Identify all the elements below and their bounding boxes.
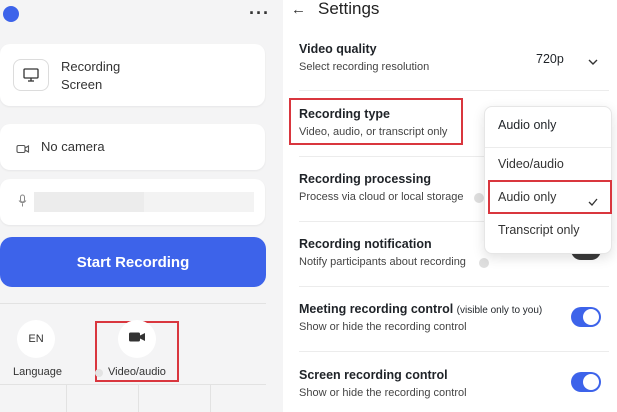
dropdown-option-audio-only[interactable]: Audio only <box>498 190 556 204</box>
toggle-knob <box>583 309 599 325</box>
meeting-recording-control-toggle[interactable] <box>571 307 601 327</box>
more-horizontal-icon[interactable]: ··· <box>249 3 270 24</box>
video-quality-subtitle: Select recording resolution <box>299 61 430 73</box>
video-quality-value[interactable]: 720p <box>536 52 564 66</box>
arrow-left-icon[interactable]: ← <box>291 1 306 18</box>
microphone-level-bar <box>34 192 254 212</box>
language-label: Language <box>13 366 62 378</box>
meeting-recording-control-label: Meeting recording control <box>299 302 454 316</box>
dropdown-divider <box>485 147 611 148</box>
divider <box>299 351 609 352</box>
video-quality-title: Video quality <box>299 42 377 56</box>
monitor-icon <box>13 59 49 91</box>
microphone-icon <box>18 194 27 213</box>
recording-type-title: Recording type <box>299 107 390 121</box>
recording-source-card[interactable]: Recording Screen <box>0 44 265 106</box>
language-button[interactable]: EN <box>17 320 55 358</box>
dropdown-current-value[interactable]: Audio only <box>498 118 556 132</box>
divider <box>299 286 609 287</box>
start-recording-button[interactable]: Start Recording <box>0 237 266 287</box>
meeting-recording-control-subtitle: Show or hide the recording control <box>299 321 467 333</box>
microphone-selector[interactable] <box>0 179 265 225</box>
recording-panel: ··· Recording Screen No camera Start Rec… <box>0 0 283 412</box>
recording-notification-subtitle: Notify participants about recording <box>299 256 466 268</box>
screen-recording-control-toggle[interactable] <box>571 372 601 392</box>
recording-type-dropdown[interactable]: Audio only Video/audio Audio only Transc… <box>484 106 612 254</box>
recording-card-subtitle: Screen <box>61 77 103 92</box>
recording-notification-title: Recording notification <box>299 237 432 251</box>
settings-panel: ← Settings Video quality Select recordin… <box>283 0 617 412</box>
bottom-grid <box>0 384 266 412</box>
divider <box>0 303 266 304</box>
recording-type-subtitle: Video, audio, or transcript only <box>299 126 448 138</box>
settings-title: Settings <box>318 0 380 18</box>
info-dot <box>95 369 103 377</box>
app-window: ··· Recording Screen No camera Start Rec… <box>0 0 617 412</box>
camera-label: No camera <box>41 139 105 154</box>
screen-recording-control-title: Screen recording control <box>299 368 448 382</box>
recording-processing-subtitle: Process via cloud or local storage <box>299 191 464 203</box>
status-dot <box>3 6 19 22</box>
toggle-knob <box>583 374 599 390</box>
dropdown-option-video-audio[interactable]: Video/audio <box>498 157 564 171</box>
info-icon[interactable] <box>479 258 489 268</box>
dropdown-option-transcript-only[interactable]: Transcript only <box>498 223 580 237</box>
checkmark-icon <box>588 193 598 211</box>
camera-selector[interactable]: No camera <box>0 124 265 170</box>
video-audio-label: Video/audio <box>108 366 166 378</box>
video-camera-icon <box>128 330 146 348</box>
screen-recording-control-subtitle: Show or hide the recording control <box>299 387 467 399</box>
visibility-note: (visible only to you) <box>456 305 543 316</box>
video-audio-button[interactable] <box>118 320 156 358</box>
recording-card-title: Recording <box>61 59 121 74</box>
chevron-down-icon[interactable] <box>588 53 598 71</box>
camera-icon <box>16 141 30 159</box>
info-icon[interactable] <box>474 193 484 203</box>
recording-processing-title: Recording processing <box>299 172 431 186</box>
meeting-recording-control-title: Meeting recording control (visible only … <box>299 302 542 316</box>
divider <box>299 90 609 91</box>
